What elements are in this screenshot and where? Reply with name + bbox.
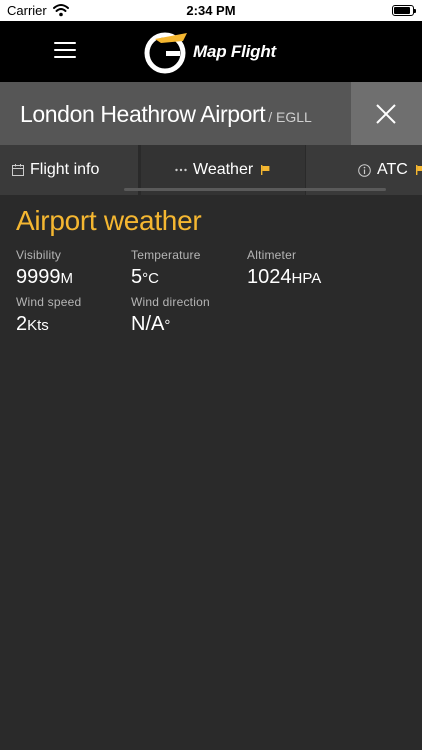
wind-speed-value: 2Kts [16, 313, 81, 336]
visibility-field: Visibility 9999M [16, 248, 73, 289]
map-flight-logo-icon [144, 32, 187, 74]
status-bar: Carrier 2:34 PM [0, 0, 422, 21]
wind-direction-number: N/A [131, 313, 165, 335]
section-title: Airport weather [16, 205, 202, 236]
temperature-field: Temperature 5°C [131, 248, 201, 289]
wind-direction-unit: ° [164, 317, 171, 334]
airport-name: London Heathrow Airport [20, 101, 266, 127]
wind-direction-value: N/A° [131, 313, 210, 336]
visibility-number: 9999 [16, 266, 61, 288]
wind-direction-label: Wind direction [131, 295, 210, 309]
hamburger-menu-icon[interactable] [54, 42, 76, 60]
visibility-label: Visibility [16, 248, 62, 262]
battery-icon [392, 5, 416, 16]
wind-speed-label: Wind speed [16, 295, 82, 309]
wind-speed-unit: Kts [27, 317, 49, 334]
flag-icon [261, 165, 270, 175]
visibility-value: 9999M [16, 266, 73, 289]
logo-text: Map Flight [193, 42, 276, 61]
ellipsis-icon [175, 168, 187, 172]
close-icon [376, 104, 396, 124]
temperature-number: 5 [131, 266, 143, 288]
altimeter-number: 1024 [247, 266, 292, 288]
flag-icon [415, 165, 422, 175]
clock: 2:34 PM [186, 3, 236, 18]
tab-flight-info[interactable]: Flight info [0, 145, 138, 195]
tab-flight-info-label: Flight info [30, 161, 100, 178]
temperature-label: Temperature [131, 248, 201, 262]
tab-scroll-indicator[interactable] [124, 188, 386, 191]
airport-title-bar: London Heathrow Airport / EGLL [0, 82, 351, 145]
tab-weather-label: Weather [193, 161, 254, 178]
altimeter-field: Altimeter 1024HPA [247, 248, 321, 289]
close-button[interactable] [351, 82, 422, 145]
wind-speed-field: Wind speed 2Kts [16, 295, 81, 336]
altimeter-value: 1024HPA [247, 266, 321, 289]
altimeter-unit: HPA [291, 270, 322, 287]
app-header: Map Flight [0, 21, 422, 82]
airport-title: London Heathrow Airport / EGLL [20, 101, 312, 128]
altimeter-label: Altimeter [247, 248, 297, 262]
wind-direction-field: Wind direction N/A° [131, 295, 210, 336]
temperature-unit: °C [142, 270, 159, 287]
wind-speed-number: 2 [16, 313, 28, 335]
airport-code: / EGLL [268, 109, 312, 125]
tab-atc-label: ATC [377, 161, 408, 178]
calendar-icon [12, 164, 24, 176]
visibility-unit: M [60, 270, 74, 287]
temperature-value: 5°C [131, 266, 201, 289]
info-icon [358, 163, 371, 177]
